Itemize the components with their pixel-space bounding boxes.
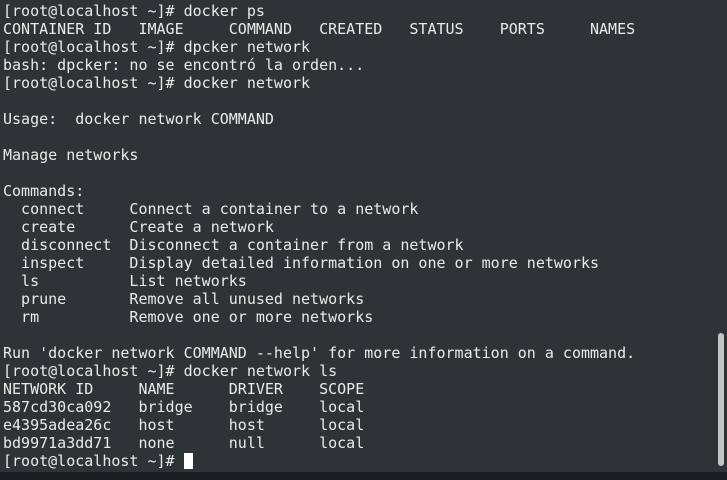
terminal-line: e4395adea26c host host local (3, 416, 365, 434)
terminal-line: Run 'docker network COMMAND --help' for … (3, 344, 636, 362)
terminal-line: connect Connect a container to a network (3, 200, 419, 218)
terminal-line: NETWORK ID NAME DRIVER SCOPE (3, 380, 365, 398)
terminal-line: inspect Display detailed information on … (3, 254, 600, 272)
terminal-window[interactable]: [root@localhost ~]# docker ps CONTAINER … (0, 0, 727, 480)
terminal-line: bash: dpcker: no se encontró la orden... (3, 56, 365, 74)
prompt-line[interactable]: [root@localhost ~]# (3, 452, 713, 470)
terminal-line: prune Remove all unused networks (3, 290, 365, 308)
terminal-line: Manage networks (3, 146, 139, 164)
window-bottom-edge (0, 472, 727, 480)
terminal-line: Usage: docker network COMMAND (3, 110, 274, 128)
terminal-line: 587cd30ca092 bridge bridge local (3, 398, 365, 416)
terminal-line: bd9971a3dd71 none null local (3, 434, 365, 452)
terminal-output: [root@localhost ~]# docker ps CONTAINER … (3, 2, 713, 470)
terminal-line: create Create a network (3, 218, 274, 236)
terminal-line: [root@localhost ~]# docker network ls (3, 362, 338, 380)
terminal-line: disconnect Disconnect a container from a… (3, 236, 464, 254)
text-cursor (183, 453, 193, 469)
terminal-line: ls List networks (3, 272, 247, 290)
prompt-text: [root@localhost ~]# (3, 452, 184, 470)
terminal-line: [root@localhost ~]# dpcker network (3, 38, 311, 56)
scrollbar-thumb[interactable] (718, 333, 724, 466)
terminal-line: CONTAINER ID IMAGE COMMAND CREATED STATU… (3, 20, 636, 38)
terminal-line: [root@localhost ~]# docker network (3, 74, 311, 92)
scrollbar[interactable] (715, 0, 727, 472)
terminal-line: Commands: (3, 182, 85, 200)
terminal-line: [root@localhost ~]# docker ps (3, 2, 265, 20)
terminal-line: rm Remove one or more networks (3, 308, 374, 326)
